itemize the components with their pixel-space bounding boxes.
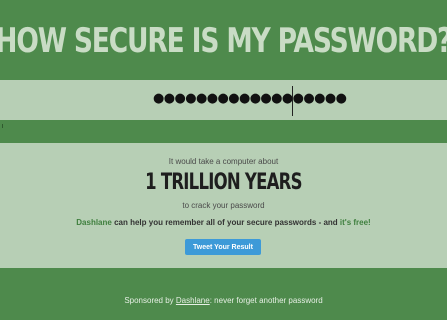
result-sub-text: to crack your password [182,201,265,210]
footer-sponsor-link[interactable]: Dashlane [176,296,210,305]
password-input[interactable]: ●●●●●●●●●●●●●●●●●● [153,86,347,112]
page-title: HOW SECURE IS MY PASSWORD? [0,21,447,61]
text-caret [292,86,293,116]
result-lead-text: It would take a computer about [168,157,279,166]
promo-free-link[interactable]: it's free! [340,218,371,227]
gap-band [0,120,447,143]
footer-suffix: : never forget another password [209,296,323,305]
promo-text: Dashlane can help you remember all of yo… [0,218,447,227]
header: HOW SECURE IS MY PASSWORD? [0,0,447,80]
promo-brand-link[interactable]: Dashlane [76,218,112,227]
footer-prefix: Sponsored by [124,296,176,305]
footer: Sponsored by Dashlane: never forget anot… [0,268,447,320]
promo-middle-text: can help you remember all of your secure… [111,218,340,227]
divider-mark [2,124,3,128]
crack-time: 1 TRILLION YEARS [0,170,447,195]
result-panel: It would take a computer about 1 TRILLIO… [0,143,447,268]
tweet-result-button[interactable]: Tweet Your Result [185,239,261,255]
footer-text: Sponsored by Dashlane: never forget anot… [0,296,447,305]
crack-time-value: 1 TRILLION YEARS [145,170,302,195]
